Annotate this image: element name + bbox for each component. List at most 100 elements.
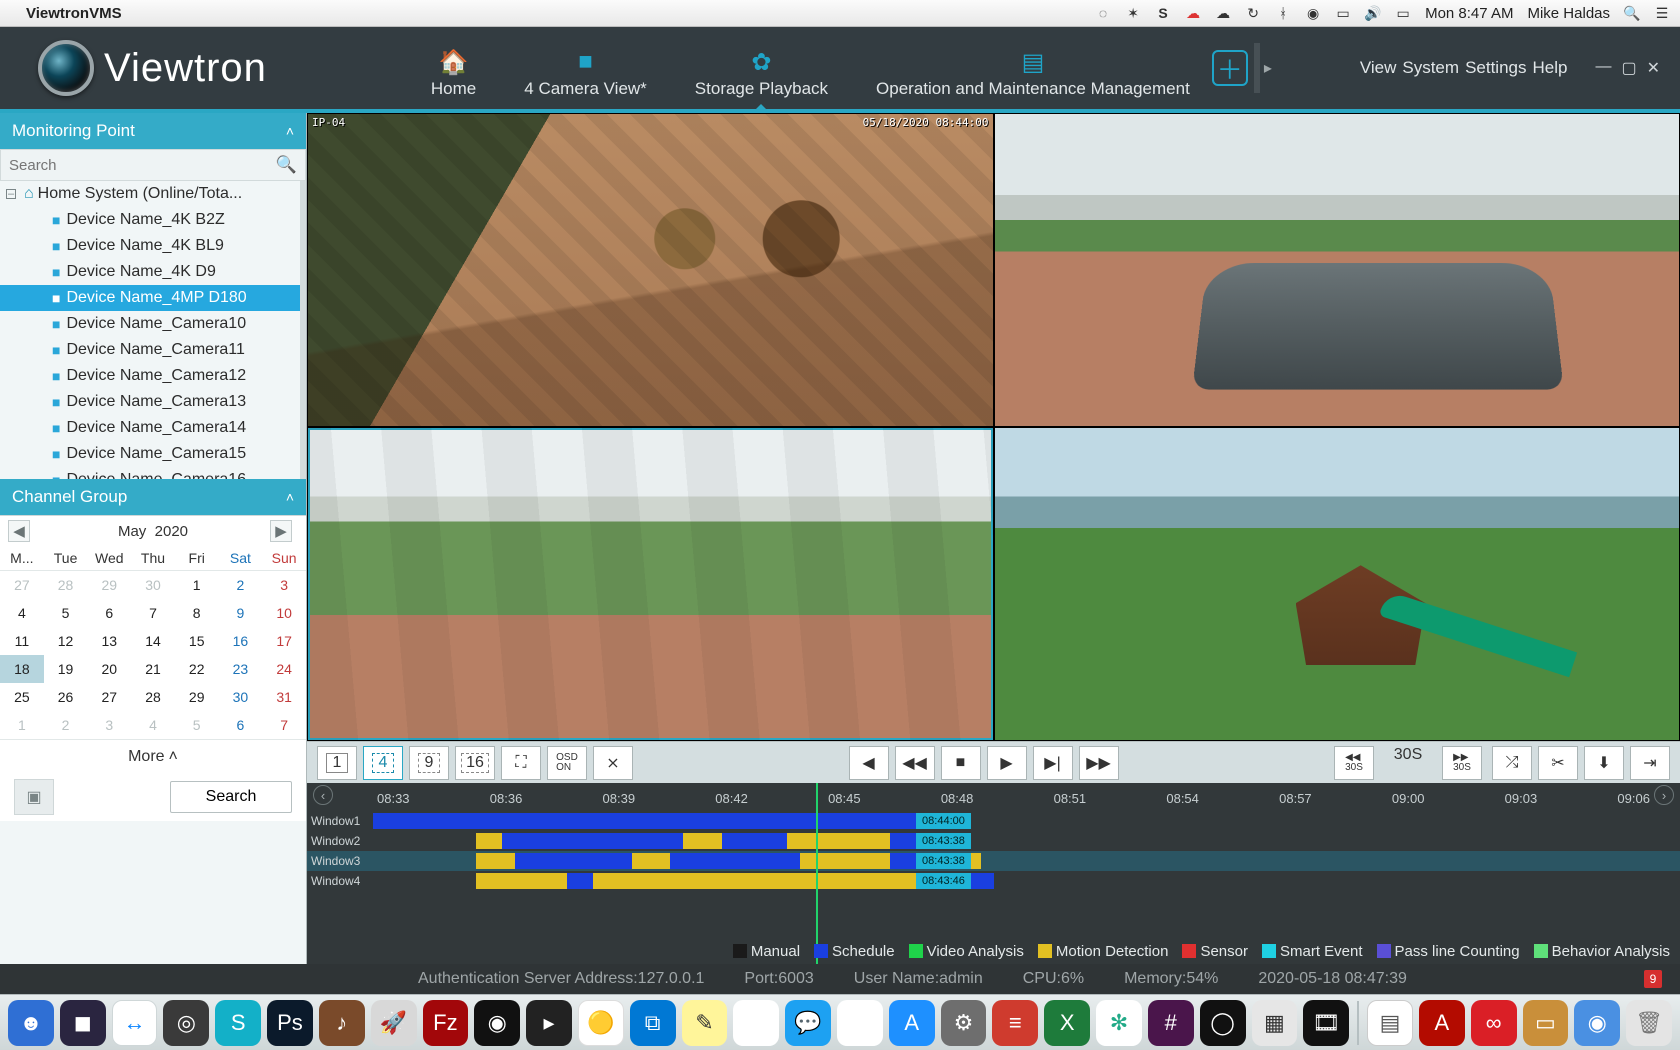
search-input[interactable]	[9, 157, 276, 174]
menu-settings[interactable]: Settings	[1465, 58, 1526, 78]
cal-day[interactable]: 21	[131, 655, 175, 683]
camera-item[interactable]: ■Device Name_Camera10	[0, 311, 300, 337]
cal-day[interactable]: 29	[175, 683, 219, 711]
cal-day[interactable]: 28	[131, 683, 175, 711]
dock-launchpad-icon[interactable]: 🚀	[371, 1000, 417, 1046]
video-pane-1[interactable]: IP-04 05/18/2020 08:44:00	[308, 114, 993, 426]
add-tab-button[interactable]: ＋	[1212, 50, 1248, 86]
cal-day[interactable]: 20	[87, 655, 131, 683]
menu-system[interactable]: System	[1402, 58, 1459, 78]
menubar-icon-2[interactable]: ✶	[1125, 5, 1141, 21]
cal-day[interactable]: 30	[219, 683, 263, 711]
dock-todoist-icon[interactable]: ≡	[992, 1000, 1038, 1046]
cal-prev-button[interactable]: ◀	[8, 520, 30, 542]
recording-segment[interactable]	[670, 853, 799, 869]
cal-day[interactable]: 13	[87, 627, 131, 655]
timeline-next-button[interactable]: ›	[1654, 785, 1674, 805]
cal-day[interactable]: 3	[262, 571, 306, 599]
menubar-icon-s[interactable]: S	[1155, 5, 1171, 21]
window-close-icon[interactable]: ✕	[1647, 58, 1660, 78]
nav-home[interactable]: 🏠 Home	[427, 49, 480, 99]
search-button[interactable]: Search	[170, 781, 292, 813]
dock-viewtron-icon[interactable]: ◉	[1574, 1000, 1620, 1046]
dock-doc1-icon[interactable]: ▤	[1367, 1000, 1413, 1046]
menubar-icon-timemachine[interactable]: ↻	[1245, 5, 1261, 21]
dock-obs-icon[interactable]: ◯	[1200, 1000, 1246, 1046]
shuffle-button[interactable]: ⤮	[1492, 746, 1532, 780]
cal-day[interactable]: 12	[44, 627, 88, 655]
menubar-display-icon[interactable]: ▭	[1335, 5, 1351, 21]
close-all-button[interactable]: ⨯	[593, 746, 633, 780]
cal-day[interactable]: 22	[175, 655, 219, 683]
camera-tree[interactable]: – ⌂ Home System (Online/Tota... ■Device …	[0, 181, 306, 479]
cal-day[interactable]: 1	[0, 711, 44, 739]
timeline-prev-button[interactable]: ‹	[313, 785, 333, 805]
window-maximize-icon[interactable]: ▢	[1621, 58, 1636, 78]
fullscreen-button[interactable]: ⛶	[501, 746, 541, 780]
video-pane-3[interactable]	[308, 428, 993, 740]
cal-day[interactable]: 6	[219, 711, 263, 739]
osd-toggle-button[interactable]: OSD ON	[547, 746, 587, 780]
dock-vscode-icon[interactable]: ⧉	[630, 1000, 676, 1046]
camera-item[interactable]: ■Device Name_Camera13	[0, 389, 300, 415]
cal-day[interactable]: 26	[44, 683, 88, 711]
tree-root[interactable]: – ⌂ Home System (Online/Tota...	[0, 181, 300, 207]
recording-segment[interactable]	[722, 833, 787, 849]
recording-segment[interactable]	[593, 873, 916, 889]
sidebar-search[interactable]: 🔍	[0, 149, 306, 181]
download-button[interactable]: ⬇	[1584, 746, 1624, 780]
menubar-list-icon[interactable]: ☰	[1654, 5, 1670, 21]
cal-day[interactable]: 14	[131, 627, 175, 655]
reverse-play-button[interactable]: ◀	[849, 746, 889, 780]
dock-appstore-icon[interactable]: A	[889, 1000, 935, 1046]
menubar-username[interactable]: Mike Haldas	[1527, 5, 1610, 22]
cal-day[interactable]: 4	[131, 711, 175, 739]
cal-day[interactable]: 30	[131, 571, 175, 599]
dock-trash-icon[interactable]: 🗑	[1626, 1000, 1672, 1046]
cal-day[interactable]: 10	[262, 599, 306, 627]
cal-more-button[interactable]: More ˄	[0, 739, 306, 773]
recording-segment[interactable]	[476, 853, 515, 869]
recording-segment[interactable]	[787, 833, 890, 849]
cal-day[interactable]: 15	[175, 627, 219, 655]
fast-forward-button[interactable]: ▶▶	[1079, 746, 1119, 780]
recording-segment[interactable]	[890, 853, 916, 869]
layout-9-button[interactable]: 9	[409, 746, 449, 780]
dock-terminal-icon[interactable]: ▸	[526, 1000, 572, 1046]
dock-app-icon[interactable]: ◼	[60, 1000, 106, 1046]
video-pane-2[interactable]	[995, 114, 1680, 426]
cal-day[interactable]: 9	[219, 599, 263, 627]
cal-day[interactable]: 3	[87, 711, 131, 739]
cal-day[interactable]: 6	[87, 599, 131, 627]
dock-cc-icon[interactable]: ∞	[1471, 1000, 1517, 1046]
export-icon-button[interactable]: ▣	[14, 779, 54, 815]
cal-day[interactable]: 29	[87, 571, 131, 599]
recording-segment[interactable]	[476, 873, 567, 889]
camera-item[interactable]: ■Device Name_4MP D180	[0, 285, 300, 311]
dock-excel-icon[interactable]: X	[1044, 1000, 1090, 1046]
menubar-icon-cloud[interactable]: ☁	[1215, 5, 1231, 21]
monitoring-point-header[interactable]: Monitoring Point ˄	[0, 113, 306, 149]
cal-day[interactable]: 27	[0, 571, 44, 599]
stop-button[interactable]: ■	[941, 746, 981, 780]
recording-segment[interactable]	[632, 853, 671, 869]
dock-messages-icon[interactable]: 💬	[785, 1000, 831, 1046]
cal-day[interactable]: 27	[87, 683, 131, 711]
recording-segment[interactable]	[800, 853, 891, 869]
play-button[interactable]: ▶	[987, 746, 1027, 780]
camera-item[interactable]: ■Device Name_4K B2Z	[0, 207, 300, 233]
cal-day[interactable]: 16	[219, 627, 263, 655]
dock-yelp-icon[interactable]: ✻	[1096, 1000, 1142, 1046]
menubar-battery-icon[interactable]: ▭	[1395, 5, 1411, 21]
dock-chrome-icon[interactable]: 🟡	[578, 1000, 624, 1046]
cal-day[interactable]: 2	[219, 571, 263, 599]
timeline-cursor[interactable]	[816, 783, 818, 964]
camera-item[interactable]: ■Device Name_Camera15	[0, 441, 300, 467]
dock-photos-icon[interactable]: ✿	[733, 1000, 779, 1046]
menu-view[interactable]: View	[1360, 58, 1397, 78]
recording-segment[interactable]	[373, 813, 916, 829]
cal-day[interactable]: 5	[44, 599, 88, 627]
cal-day[interactable]: 24	[262, 655, 306, 683]
dock-lens-icon[interactable]: ◉	[474, 1000, 520, 1046]
dock-app2-icon[interactable]: ♪	[319, 1000, 365, 1046]
